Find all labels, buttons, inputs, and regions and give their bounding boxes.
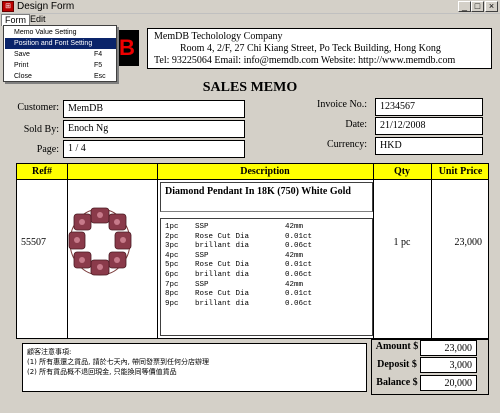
notes-line: (2) 所有貨品概不退回現金, 只能換同等價值貨品 [27,368,177,376]
column-divider [373,164,374,338]
spec-qty: 3pc [165,242,179,251]
spec-size: 42mm [285,223,304,231]
spec-material: SSP [195,223,209,231]
header-ref: Ref# [32,166,52,177]
spec-size: 0.06ct [285,270,313,279]
header-description: Description [240,166,290,177]
close-window-button[interactable]: × [485,1,498,12]
spec-row: 8pc Rose Cut Dia 0.01ct [165,290,368,300]
customer-field[interactable]: MemDB [63,100,245,118]
title-bar: ⊞ Design Form _ □ × [0,0,500,14]
header-qty: Qty [393,166,411,177]
spec-row: 3pc brillant dia 0.06ct [165,242,368,252]
sold-by-label: Sold By: [23,124,59,135]
spec-size: 42mm [285,251,304,260]
spec-row: 6pc brillant dia 0.06ct [165,271,368,281]
spec-qty: 5pc [165,261,179,270]
menu-item-save[interactable]: Save F4 [5,49,116,60]
spec-row: 2pc Rose Cut Dia 0.01ct [165,233,368,243]
spec-material: Rose Cut Dia [195,232,250,241]
menu-edit[interactable]: Edit [27,14,49,25]
spec-material: brillant dia [195,242,250,251]
header-unit-price: Unit Price [438,166,483,177]
spec-qty: 4pc [165,251,179,260]
spec-qty: 1pc [165,223,179,231]
form-icon[interactable]: ⊞ [2,1,14,12]
spec-row: 1pc SSP 42mm [165,223,368,233]
spec-row: 7pc SSP 42mm [165,281,368,291]
company-logo: B [115,30,139,66]
product-image [68,207,132,276]
description-title[interactable]: Diamond Pendant In 18K (750) White Gold [160,182,373,212]
deposit-field[interactable]: 3,000 [420,357,477,373]
spec-row: 4pc SSP 42mm [165,252,368,262]
company-contact: Tel: 93225064 Email: info@memdb.com Webs… [154,55,456,66]
date-label: Date: [345,119,367,130]
page-label: Page: [36,144,59,155]
minimize-button[interactable]: _ [458,1,471,12]
currency-label: Currency: [327,139,367,150]
spec-qty: 2pc [165,232,179,241]
notes-title: 顧客注意事項: [27,348,72,356]
spec-material: brillant dia [195,299,250,308]
menu-item-memo-value-setting[interactable]: Memo Value Setting [5,27,116,38]
spec-size: 0.06ct [285,242,313,251]
company-address: Room 4, 2/F, 27 Chi Kiang Street, Po Tec… [180,43,441,54]
amount-label: Amount $ [375,341,419,352]
spec-qty: 8pc [165,290,179,299]
spec-size: 42mm [285,280,304,289]
spec-size: 0.06ct [285,299,313,308]
spec-size: 0.01ct [285,232,313,241]
customer-notes-box[interactable]: 顧客注意事項: (1) 所有惠還之貨品, 請於七天內, 帶同發票到任何分店辦理 … [22,343,367,392]
form-dropdown-menu: Memo Value Setting Position and Font Set… [3,25,117,82]
page-field[interactable]: 1 / 4 [63,140,245,158]
notes-line: (1) 所有惠還之貨品, 請於七天內, 帶同發票到任何分店辦理 [27,358,210,366]
window-title: Design Form [17,1,75,12]
row-qty[interactable]: 1 pc [373,237,431,248]
company-name: MemDB Techolology Company [154,31,283,42]
amount-field[interactable]: 23,000 [420,340,477,356]
spec-material: SSP [195,280,209,289]
row-unit-price[interactable]: 23,000 [455,237,483,248]
spec-qty: 9pc [165,299,179,308]
spec-list[interactable]: 1pc SSP 42mm 2pc Rose Cut Dia 0.01ct 3pc brilla… [160,218,373,336]
spec-material: brillant dia [195,270,250,279]
date-field[interactable]: 21/12/2008 [375,117,483,135]
spec-material: Rose Cut Dia [195,261,250,270]
spec-qty: 6pc [165,270,179,279]
column-divider [157,164,158,338]
invoice-no-label: Invoice No.: [317,99,367,110]
memo-title: SALES MEMO [202,80,298,95]
spec-material: SSP [195,251,209,260]
currency-field[interactable]: HKD [375,137,483,155]
spec-row: 5pc Rose Cut Dia 0.01ct [165,261,368,271]
sold-by-field[interactable]: Enoch Ng [63,120,245,138]
items-table: Ref# Description Qty Unit Price 55507 Di… [16,163,489,339]
balance-label: Balance $ [376,377,418,388]
spec-size: 0.01ct [285,290,313,299]
table-header: Ref# Description Qty Unit Price [17,164,488,180]
spec-qty: 7pc [165,280,179,289]
invoice-no-field[interactable]: 1234567 [375,98,483,116]
customer-label: Customer: [17,102,59,113]
menu-item-print[interactable]: Print F5 [5,60,116,71]
spec-size: 0.01ct [285,261,313,270]
spec-material: Rose Cut Dia [195,290,250,299]
maximize-button[interactable]: □ [471,1,484,12]
company-info-box[interactable]: MemDB Techolology Company Room 4, 2/F, 2… [147,28,492,69]
menu-item-close[interactable]: Close Esc [5,71,116,82]
menu-item-position-font-setting[interactable]: Position and Font Setting [5,38,116,49]
balance-field[interactable]: 20,000 [420,375,477,391]
deposit-label: Deposit $ [377,359,417,370]
column-divider [431,164,432,338]
spec-row: 9pc brillant dia 0.06ct [165,300,368,310]
row-ref[interactable]: 55507 [21,237,46,248]
